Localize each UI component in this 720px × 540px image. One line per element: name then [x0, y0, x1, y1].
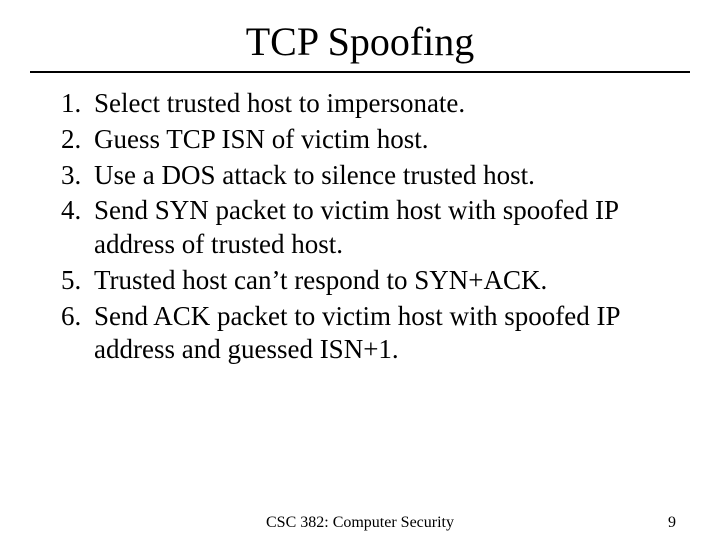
- list-item: Select trusted host to impersonate.: [88, 87, 680, 121]
- footer-course: CSC 382: Computer Security: [0, 514, 720, 532]
- footer-page-number: 9: [668, 514, 676, 532]
- list-item: Use a DOS attack to silence trusted host…: [88, 159, 680, 193]
- content-area: Select trusted host to impersonate. Gues…: [0, 73, 720, 367]
- list-item: Trusted host can’t respond to SYN+ACK.: [88, 264, 680, 298]
- slide: TCP Spoofing Select trusted host to impe…: [0, 0, 720, 540]
- slide-title: TCP Spoofing: [0, 18, 720, 71]
- list-item: Send SYN packet to victim host with spoo…: [88, 194, 680, 262]
- list-item: Guess TCP ISN of victim host.: [88, 123, 680, 157]
- steps-list: Select trusted host to impersonate. Gues…: [40, 87, 680, 367]
- title-block: TCP Spoofing: [0, 0, 720, 73]
- list-item: Send ACK packet to victim host with spoo…: [88, 300, 680, 368]
